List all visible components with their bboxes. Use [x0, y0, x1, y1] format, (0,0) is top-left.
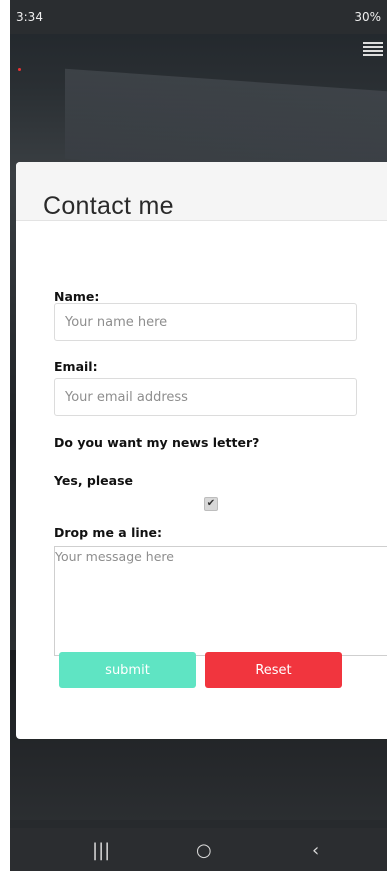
- email-label: Email:: [54, 359, 98, 374]
- contact-modal: Contact me Name: Email: Do you want my n…: [16, 162, 387, 739]
- message-label: Drop me a line:: [54, 525, 163, 540]
- name-label: Name:: [54, 289, 100, 304]
- checkmark-icon: ✔: [206, 498, 216, 509]
- status-time: 3:34: [16, 10, 43, 24]
- modal-header: Contact me: [16, 162, 387, 221]
- newsletter-checkbox[interactable]: ✔: [204, 497, 218, 511]
- message-textarea[interactable]: [54, 546, 387, 656]
- email-input[interactable]: [54, 378, 357, 416]
- reset-button[interactable]: Reset: [205, 652, 342, 688]
- name-input[interactable]: [54, 303, 357, 341]
- phone-screen: 3:34 30% Contact me Name: Email: Do you …: [10, 0, 387, 871]
- hamburger-icon[interactable]: [363, 42, 383, 60]
- home-icon[interactable]: ○: [196, 840, 212, 861]
- indicator-dot: [18, 68, 21, 71]
- page-title: Contact me: [43, 192, 174, 220]
- newsletter-option-label: Yes, please: [54, 473, 133, 488]
- status-bar: 3:34 30%: [10, 0, 387, 34]
- navigation-bar: ||| ○ ‹: [10, 828, 387, 871]
- back-icon[interactable]: ‹: [312, 840, 319, 861]
- submit-button[interactable]: submit: [59, 652, 196, 688]
- newsletter-question: Do you want my news letter?: [54, 435, 260, 450]
- recent-apps-icon[interactable]: |||: [92, 840, 110, 861]
- battery-level: 30%: [354, 10, 381, 24]
